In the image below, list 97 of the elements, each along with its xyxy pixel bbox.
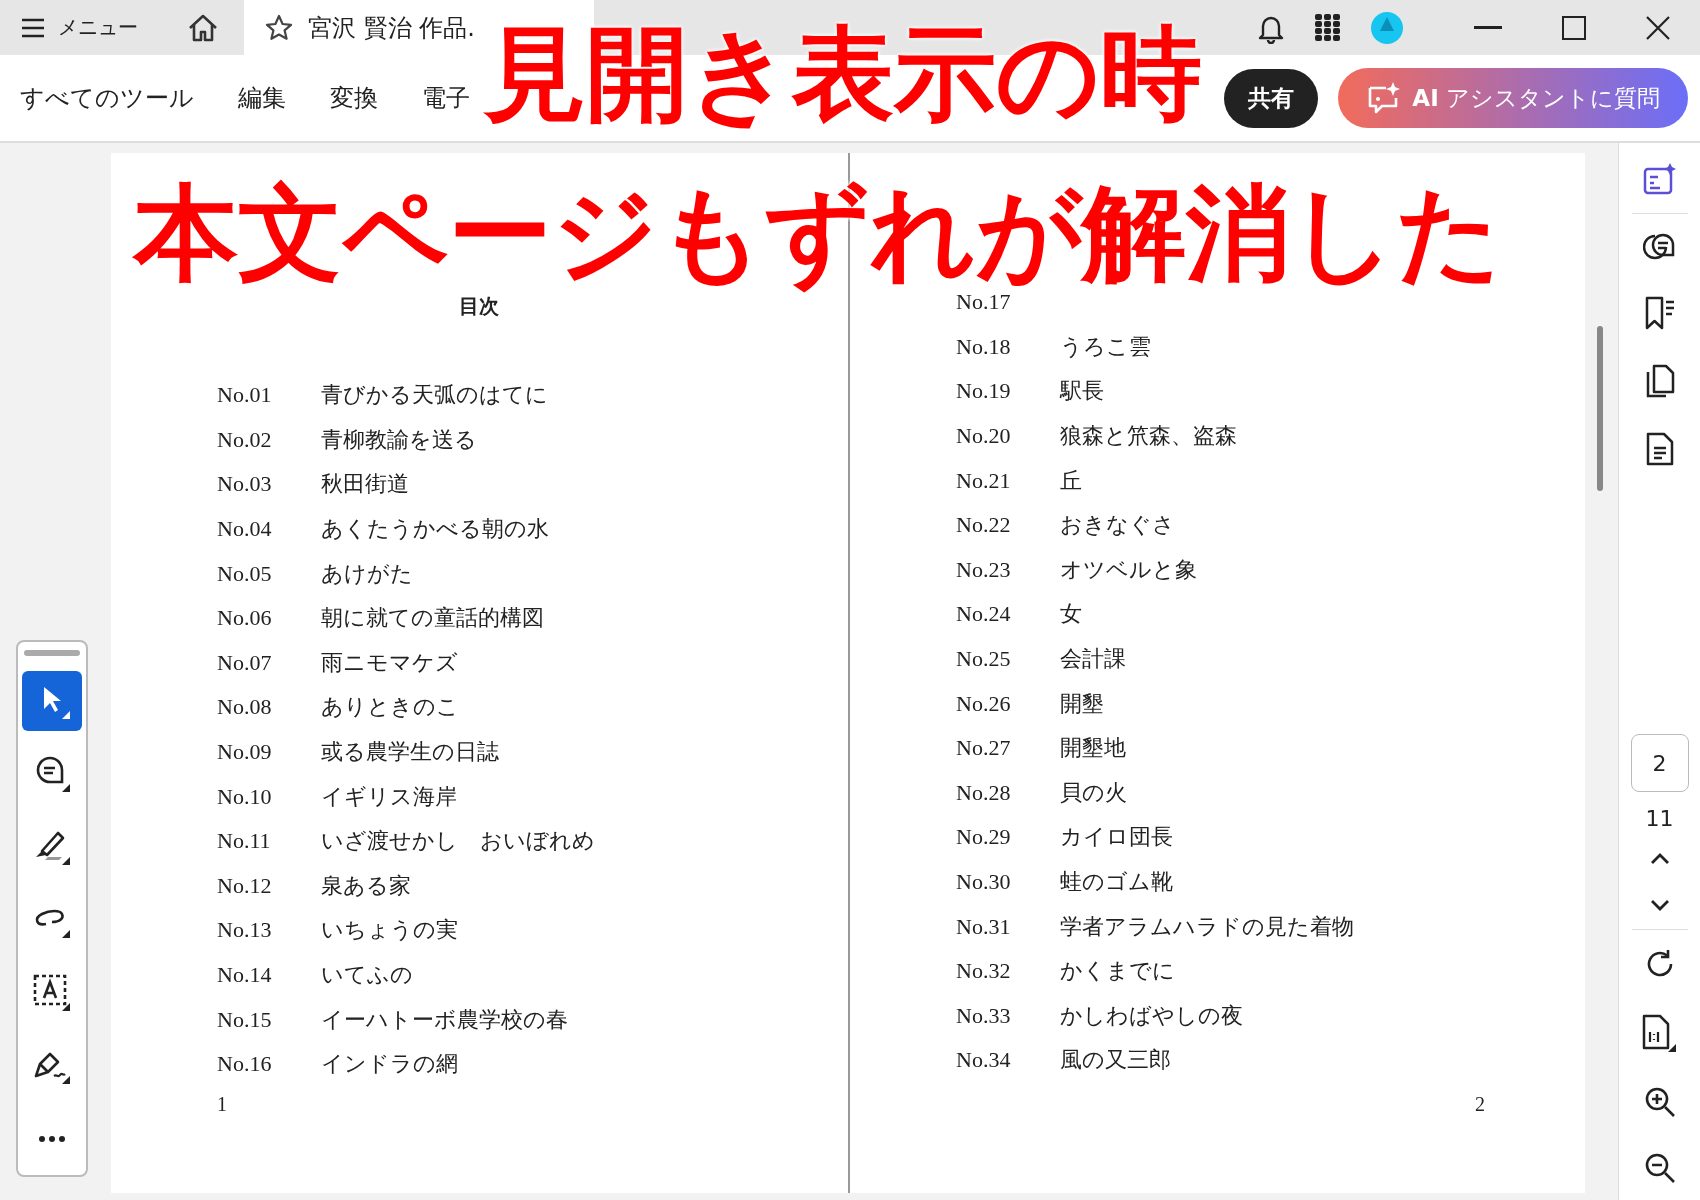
toolbar-menu-item[interactable]: すべてのツール bbox=[20, 82, 194, 114]
entry-number: No.05 bbox=[217, 560, 273, 587]
page-heading: 目次 bbox=[459, 294, 499, 319]
entry-number: No.33 bbox=[956, 1002, 1012, 1029]
entry-number: No.31 bbox=[956, 913, 1012, 940]
scrollbar-thumb[interactable] bbox=[1597, 326, 1603, 491]
entry-number: No.08 bbox=[217, 694, 273, 721]
entry-title: イーハトーボ農学校の春 bbox=[321, 1005, 568, 1034]
entry-title: オツベルと象 bbox=[1060, 555, 1197, 584]
entry-number: No.06 bbox=[217, 605, 273, 632]
entry-title: ありときのこ bbox=[321, 693, 459, 722]
entry-number: No.30 bbox=[956, 869, 1012, 895]
entry-number: No.24 bbox=[956, 601, 1012, 628]
maximize-icon[interactable] bbox=[1562, 15, 1586, 40]
entry-title: 雨ニモマケズ bbox=[321, 648, 458, 677]
entry-number: No.28 bbox=[956, 779, 1012, 806]
entry-title: 貝の火 bbox=[1060, 778, 1127, 807]
entry-number: No.03 bbox=[217, 471, 273, 498]
toolbar-menu-item[interactable]: 編集 bbox=[238, 82, 286, 114]
entry-number: No.10 bbox=[217, 783, 273, 810]
entry-title: おきなぐさ bbox=[1060, 511, 1175, 540]
entry-title: いてふの bbox=[321, 961, 413, 989]
entry-title: 開墾地 bbox=[1060, 734, 1126, 763]
entry-number: No.14 bbox=[217, 962, 273, 988]
entry-number: No.29 bbox=[956, 824, 1012, 851]
entry-number: No.22 bbox=[956, 512, 1012, 539]
entry-title: 青柳教諭を送る bbox=[321, 425, 477, 454]
entry-number: No.16 bbox=[217, 1051, 273, 1078]
entry-number: No.02 bbox=[217, 426, 273, 453]
entry-number: No.23 bbox=[956, 556, 1012, 583]
menu-icon bbox=[20, 16, 46, 39]
entry-title: 或る農学生の日誌 bbox=[321, 738, 499, 767]
entry-number: No.07 bbox=[217, 649, 273, 676]
entry-title: 丘 bbox=[1060, 466, 1082, 495]
entry-title: 学者アラムハラドの見た着物 bbox=[1060, 912, 1354, 941]
ai-assistant-button[interactable]: AI アシスタントに質問 bbox=[1338, 68, 1688, 128]
entry-title: かしわばやしの夜 bbox=[1060, 1001, 1243, 1030]
entry-number: No.34 bbox=[956, 1047, 1012, 1074]
entry-number: No.12 bbox=[217, 872, 273, 899]
entry-title: 泉ある家 bbox=[321, 871, 411, 900]
entry-title: いちょうの実 bbox=[321, 916, 458, 945]
page-count: 11 bbox=[1645, 806, 1674, 831]
entry-title: 会計課 bbox=[1060, 645, 1126, 674]
text-box-icon bbox=[32, 973, 72, 1013]
entry-number: No.26 bbox=[956, 690, 1012, 717]
entry-title: インドラの網 bbox=[321, 1050, 458, 1079]
entry-title: 秋田街道 bbox=[321, 470, 409, 499]
entry-number: No.18 bbox=[956, 333, 1012, 360]
entry-title: かくまでに bbox=[1060, 957, 1175, 986]
close-icon[interactable] bbox=[1646, 15, 1670, 40]
entry-title: カイロ団長 bbox=[1060, 823, 1173, 852]
entry-title: うろこ雲 bbox=[1060, 332, 1151, 361]
menu-button[interactable]: メニュー bbox=[0, 0, 158, 55]
minimize-icon[interactable] bbox=[1474, 25, 1502, 30]
entry-title: 蛙のゴム靴 bbox=[1060, 868, 1173, 896]
entry-title: あくたうかべる朝の水 bbox=[321, 515, 549, 544]
star-icon[interactable] bbox=[264, 12, 294, 43]
entry-title: あけがた bbox=[321, 559, 413, 588]
entry-number: No.15 bbox=[217, 1006, 273, 1033]
entry-number: No.11 bbox=[217, 828, 272, 855]
page-number: 1 bbox=[217, 1093, 227, 1116]
entry-number: No.21 bbox=[956, 467, 1012, 494]
entry-number: No.25 bbox=[956, 646, 1012, 673]
entry-title: 風の又三郎 bbox=[1060, 1046, 1171, 1075]
avatar-icon[interactable] bbox=[1370, 10, 1404, 45]
entry-number: No.01 bbox=[217, 382, 273, 409]
entry-title: イギリス海岸 bbox=[321, 782, 457, 811]
comments-icon[interactable] bbox=[1642, 232, 1677, 262]
chevron-down-icon[interactable] bbox=[1649, 899, 1670, 911]
entry-number: No.19 bbox=[956, 378, 1012, 405]
page-number: 2 bbox=[1475, 1093, 1485, 1116]
ai-edit-icon[interactable] bbox=[1642, 163, 1677, 195]
entry-number: No.04 bbox=[217, 516, 273, 543]
entry-title: 女 bbox=[1060, 600, 1082, 629]
entry-number: No.09 bbox=[217, 739, 273, 766]
entry-number: No.20 bbox=[956, 423, 1012, 450]
entry-title: 駅長 bbox=[1060, 377, 1104, 406]
chevron-up-icon[interactable] bbox=[1649, 853, 1670, 865]
more-icon bbox=[38, 1135, 66, 1143]
zoom-in-icon[interactable] bbox=[1643, 1086, 1676, 1118]
share-button[interactable]: 共有 bbox=[1224, 68, 1319, 128]
toolbar-menu-item[interactable]: 変換 bbox=[330, 82, 378, 114]
document-icon[interactable] bbox=[1645, 432, 1674, 466]
toolbar-menu-item[interactable]: 電子 bbox=[422, 82, 470, 114]
apps-grid-icon[interactable] bbox=[1314, 13, 1342, 42]
entry-number: No.32 bbox=[956, 958, 1012, 985]
entry-title: 朝に就ての童話的構図 bbox=[321, 604, 544, 633]
entry-title: いざ渡せかし おいぼれめ bbox=[321, 827, 595, 856]
entry-number: No.13 bbox=[217, 917, 273, 944]
zoom-out-icon[interactable] bbox=[1643, 1152, 1676, 1184]
page-number-field[interactable]: 2 bbox=[1630, 734, 1689, 792]
entry-number: No.27 bbox=[956, 735, 1012, 762]
entry-title: 開墾 bbox=[1060, 689, 1104, 718]
entry-title: 狼森と笊森、盗森 bbox=[1060, 422, 1237, 451]
entry-title: 青びかる天弧のはてに bbox=[321, 381, 548, 410]
actual-size-icon[interactable] bbox=[1641, 1014, 1678, 1052]
entry-number: No.17 bbox=[956, 289, 1012, 316]
